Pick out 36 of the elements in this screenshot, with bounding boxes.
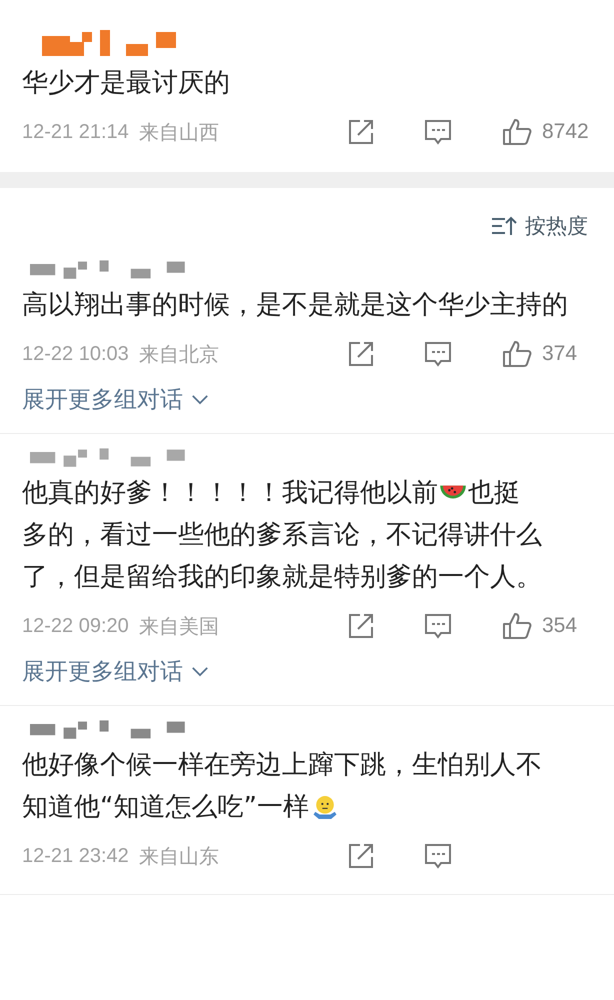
- expand-conversation-link[interactable]: 展开更多组对话: [22, 656, 209, 687]
- comment-text: 他好像个候一样在旁边上蹿下跳，生怕别人不: [22, 749, 543, 782]
- share-icon[interactable]: [348, 119, 374, 145]
- comment-location: 来自美国: [138, 614, 219, 640]
- comment-text: 了，但是留给我的印象就是特别爹的一个人。: [22, 561, 543, 594]
- share-icon[interactable]: [348, 843, 374, 869]
- like-count: 8742: [542, 120, 589, 144]
- comment-text: 也挺: [468, 477, 520, 510]
- chevron-down-icon: [191, 666, 209, 677]
- comment-text: 他真的好爹！！！！！我记得他以前: [22, 477, 438, 510]
- share-icon[interactable]: [348, 613, 374, 639]
- chevron-down-icon: [191, 394, 209, 405]
- comment-icon[interactable]: [424, 119, 452, 145]
- share-icon[interactable]: [348, 341, 374, 367]
- like-count: 354: [542, 614, 578, 638]
- comment-time: 12-21 23:42: [22, 844, 129, 868]
- sort-icon: [491, 215, 517, 237]
- comment-text: 多的，看过一些他的爹系言论，不记得讲什么: [22, 519, 543, 552]
- comment-text: 华少才是最讨厌的: [22, 68, 230, 98]
- comment-text: 知道他“知道怎么吃”一样: [22, 791, 309, 824]
- comment-text: 高以翔出事的时候，是不是就是这个华少主持的: [22, 289, 569, 322]
- sort-button[interactable]: 按热度: [491, 212, 588, 240]
- thumbs-up-icon[interactable]: [502, 340, 532, 368]
- comment-location: 来自山东: [138, 844, 219, 870]
- like-count: 374: [542, 342, 578, 366]
- thumbs-up-icon[interactable]: [502, 118, 532, 146]
- comment-icon[interactable]: [424, 843, 452, 869]
- comment-time: 12-22 09:20: [22, 614, 129, 638]
- comment-icon[interactable]: [424, 341, 452, 367]
- comment-time: 12-21 21:14: [22, 120, 129, 144]
- expand-conversation-link[interactable]: 展开更多组对话: [22, 384, 209, 415]
- comment-time: 12-22 10:03: [22, 342, 129, 366]
- comment-location: 来自北京: [138, 342, 219, 368]
- comment-icon[interactable]: [424, 613, 452, 639]
- thumbs-up-icon[interactable]: [502, 612, 532, 640]
- comment-location: 来自山西: [138, 120, 219, 146]
